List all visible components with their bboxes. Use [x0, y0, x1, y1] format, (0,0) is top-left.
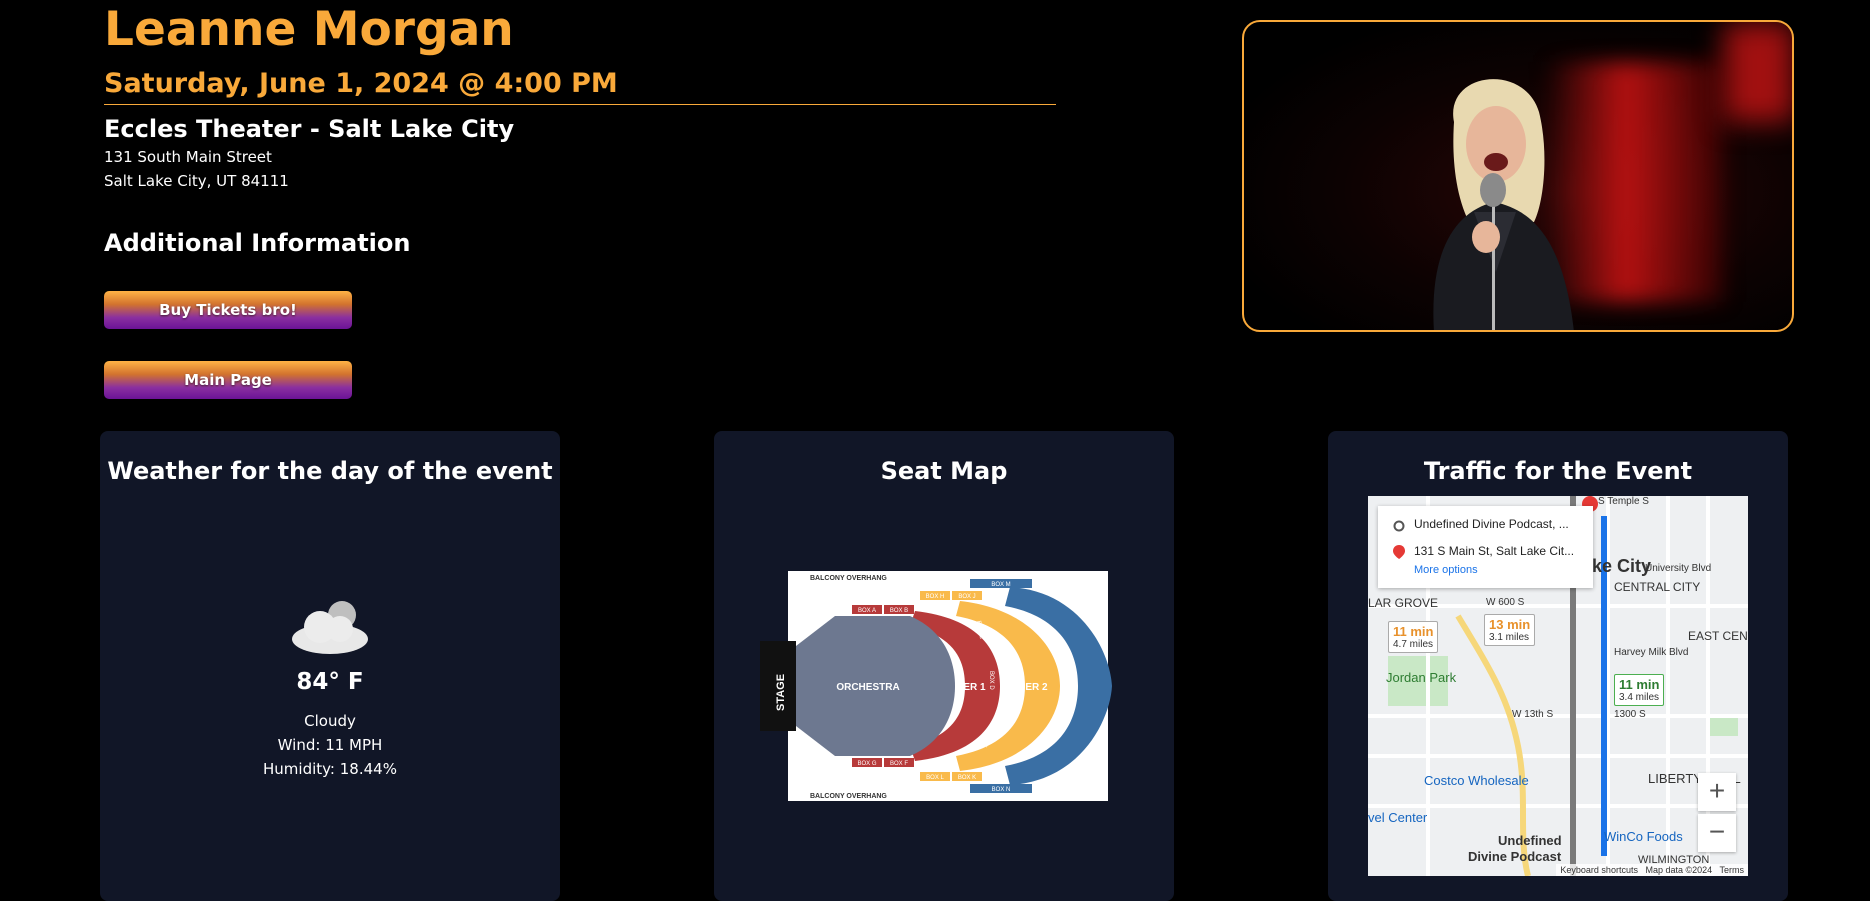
route-3-time: 11 min: [1619, 677, 1660, 692]
weather-condition: Cloudy: [304, 712, 356, 730]
label-1300s: 1300 S: [1614, 709, 1646, 720]
route-panel[interactable]: Undefined Divine Podcast, ... 131 S Main…: [1378, 506, 1593, 588]
performer-illustration: [1433, 79, 1574, 330]
traffic-map[interactable]: Undefined Divine Podcast, ... 131 S Main…: [1368, 496, 1748, 876]
seat-map[interactable]: BALCONY OVERHANG BALCONY OVERHANG STAGE …: [760, 571, 1130, 801]
humidity: Humidity: 18.44%: [263, 760, 397, 778]
route-destination[interactable]: 131 S Main St, Salt Lake Cit...: [1414, 544, 1574, 558]
zoom-in-button[interactable]: +: [1698, 773, 1736, 811]
buy-tickets-button[interactable]: Buy Tickets bro!: [104, 291, 352, 329]
more-options-link[interactable]: More options: [1414, 564, 1478, 576]
seatmap-card: Seat Map BALCONY OVERHANG BALCONY OVERHA…: [714, 431, 1174, 901]
box-h-label: BOX H: [926, 594, 945, 600]
weather-card: Weather for the day of the event 84° F C…: [100, 431, 560, 901]
label-winco: WinCo Foods: [1604, 829, 1683, 844]
seatmap-heading: Seat Map: [880, 457, 1008, 485]
route-1-distance: 4.7 miles: [1393, 639, 1434, 650]
weather-heading: Weather for the day of the event: [107, 457, 553, 485]
address-line1: 131 South Main Street: [104, 148, 272, 166]
label-harvey-milk: Harvey Milk Blvd: [1614, 647, 1689, 658]
label-s-temple: S Temple S: [1598, 496, 1649, 507]
box-k-label: BOX K: [958, 775, 976, 781]
balcony-overhang-top: BALCONY OVERHANG: [810, 575, 887, 582]
event-title: Leanne Morgan: [104, 2, 514, 57]
tier-1-label: TIER 1: [954, 682, 986, 693]
route-2-time: 13 min: [1489, 617, 1531, 632]
route-origin[interactable]: Undefined Divine Podcast, ...: [1414, 517, 1569, 531]
box-g-label: BOX G: [857, 761, 876, 767]
label-w13th: W 13th S: [1512, 709, 1554, 720]
performer-photo: [1242, 20, 1794, 332]
origin-icon: [1393, 520, 1405, 532]
box-f-label: BOX F: [890, 761, 908, 767]
traffic-card: Traffic for the Event Undefined Divine P…: [1328, 431, 1788, 901]
terms-link[interactable]: Terms: [1720, 865, 1745, 875]
zoom-out-button[interactable]: −: [1698, 814, 1736, 852]
label-lar-grove: LAR GROVE: [1368, 596, 1439, 610]
orchestra-label: ORCHESTRA: [836, 682, 899, 693]
wind-speed: Wind: 11 MPH: [277, 736, 383, 754]
label-east-cen: EAST CEN: [1688, 629, 1748, 643]
box-a-label: BOX A: [858, 608, 876, 614]
stage-label: STAGE: [775, 674, 787, 711]
temperature: 84° F: [296, 669, 364, 695]
venue-name: Eccles Theater - Salt Lake City: [104, 115, 515, 143]
box-m-label: BOX M: [991, 582, 1010, 588]
balcony-overhang-bottom: BALCONY OVERHANG: [810, 793, 887, 800]
label-vel-center: vel Center: [1368, 810, 1428, 825]
traffic-heading: Traffic for the Event: [1423, 457, 1693, 485]
label-costco: Costco Wholesale: [1424, 773, 1529, 788]
event-datetime: Saturday, June 1, 2024 @ 4:00 PM: [104, 68, 618, 99]
map-attribution: Keyboard shortcuts Map data ©2024 Terms: [1556, 864, 1748, 876]
keyboard-shortcuts-link[interactable]: Keyboard shortcuts: [1560, 865, 1638, 875]
label-university: University Blvd: [1645, 563, 1712, 574]
route-time-1[interactable]: 11 min 4.7 miles: [1388, 621, 1439, 653]
route-time-3[interactable]: 11 min 3.4 miles: [1614, 674, 1665, 706]
route-time-2[interactable]: 13 min 3.1 miles: [1484, 614, 1536, 646]
destination-pin-icon: [1393, 545, 1405, 559]
additional-info-heading: Additional Information: [104, 229, 411, 257]
box-d-label: BOX D: [988, 671, 994, 690]
box-b-label: BOX B: [890, 608, 908, 614]
tier-2-label: TIER 2: [1016, 682, 1048, 693]
route-3-distance: 3.4 miles: [1619, 692, 1660, 703]
box-n-label: BOX N: [992, 787, 1011, 793]
label-jordan-park: Jordan Park: [1386, 670, 1457, 685]
label-w600: W 600 S: [1486, 597, 1525, 608]
label-central-city: CENTRAL CITY: [1614, 580, 1701, 594]
header-divider: [104, 104, 1056, 105]
route-1-time: 11 min: [1393, 624, 1434, 639]
label-divine-podcast: Divine Podcast: [1468, 849, 1562, 864]
map-data-label: Map data ©2024: [1645, 865, 1713, 875]
cloudy-icon: [292, 601, 368, 654]
box-l-label: BOX L: [926, 775, 944, 781]
route-2-distance: 3.1 miles: [1489, 632, 1530, 643]
box-j-label: BOX J: [958, 594, 975, 600]
label-city: ke City: [1592, 556, 1652, 576]
address-line2: Salt Lake City, UT 84111: [104, 172, 289, 190]
label-undefined: Undefined: [1498, 833, 1562, 848]
main-page-button[interactable]: Main Page: [104, 361, 352, 399]
